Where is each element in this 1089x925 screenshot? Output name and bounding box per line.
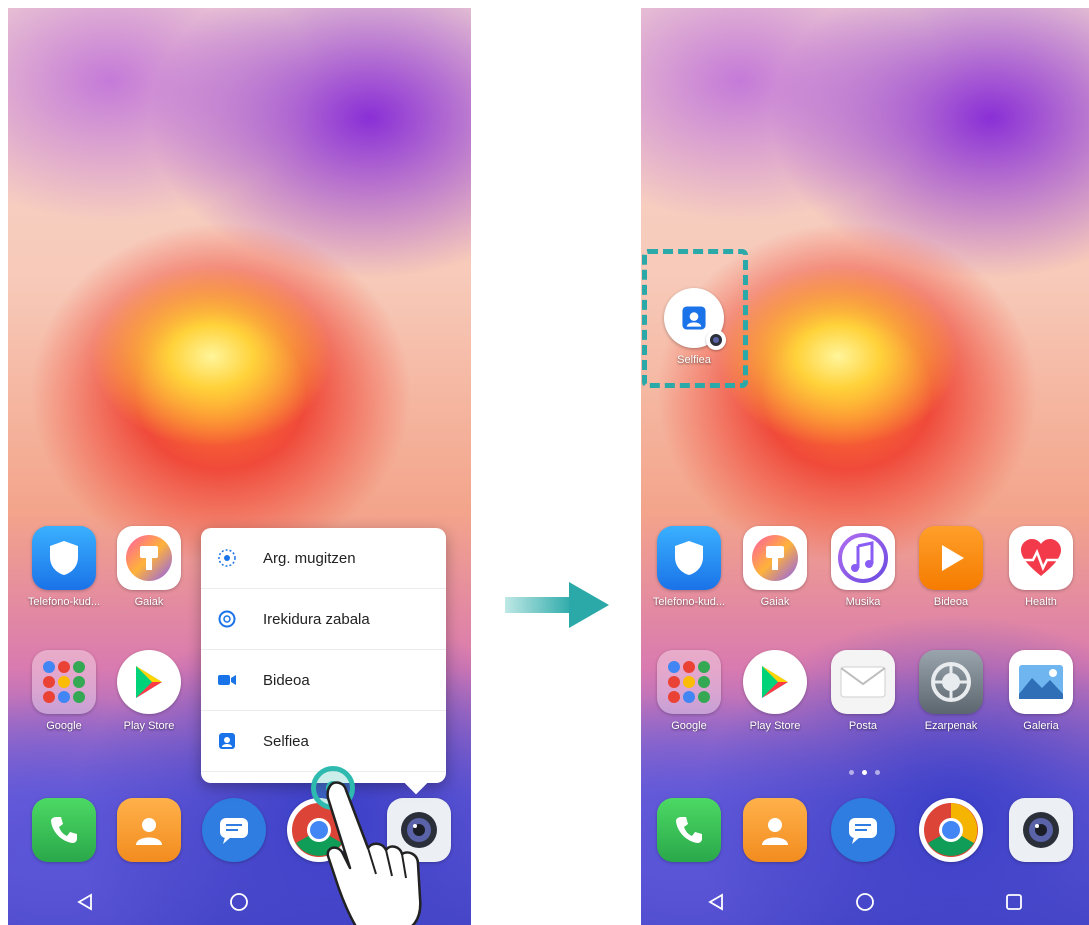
back-icon[interactable] <box>70 887 100 917</box>
recents-icon[interactable] <box>999 887 1029 917</box>
navigation-bar <box>8 879 471 925</box>
app-label: Health <box>1025 596 1057 608</box>
page-dot <box>875 770 880 775</box>
dock-messages[interactable] <box>823 798 903 862</box>
app-label: Google <box>671 720 707 732</box>
mail-icon <box>831 650 895 714</box>
shortcut-label: Selfiea <box>677 354 711 366</box>
dock-messages[interactable] <box>194 798 274 862</box>
messages-icon <box>202 798 266 862</box>
menu-item-timelapse[interactable]: Arg. mugitzen <box>201 528 446 589</box>
messages-icon <box>831 798 895 862</box>
app-label: Ezarpenak <box>924 720 978 732</box>
menu-item-label: Bideoa <box>263 671 310 689</box>
gallery-icon <box>1009 650 1073 714</box>
camera-badge-icon <box>706 330 726 350</box>
menu-item-label: Irekidura zabala <box>263 610 370 628</box>
home-icon[interactable] <box>850 887 880 917</box>
dock-phone[interactable] <box>649 798 729 862</box>
navigation-bar <box>641 879 1089 925</box>
dock-phone[interactable] <box>24 798 104 862</box>
contacts-icon <box>117 798 181 862</box>
chrome-icon <box>919 798 983 862</box>
themes-icon <box>743 526 807 590</box>
shield-icon <box>657 526 721 590</box>
selfie-shortcut[interactable]: Selfiea <box>659 288 729 366</box>
page-dot <box>849 770 854 775</box>
app-phone-manager[interactable]: Telefono-kud... <box>24 526 104 608</box>
page-indicator <box>849 770 880 775</box>
google-folder-icon <box>32 650 96 714</box>
app-label: Play Store <box>749 720 801 732</box>
app-label: Gaiak <box>134 596 164 608</box>
app-label: Musika <box>845 596 881 608</box>
contacts-icon <box>743 798 807 862</box>
home-icon[interactable] <box>224 887 254 917</box>
phone-icon <box>32 798 96 862</box>
app-play-store[interactable]: Play Store <box>109 650 189 732</box>
app-themes[interactable]: Gaiak <box>735 526 815 608</box>
camera-icon <box>1009 798 1073 862</box>
app-gallery[interactable]: Galeria <box>1001 650 1081 732</box>
dock-chrome[interactable] <box>911 798 991 862</box>
app-label: Google <box>46 720 82 732</box>
themes-icon <box>117 526 181 590</box>
phone-icon <box>657 798 721 862</box>
selfie-shortcut-icon <box>664 288 726 350</box>
app-themes[interactable]: Gaiak <box>109 526 189 608</box>
app-health[interactable]: Health <box>1001 526 1081 608</box>
dock-camera[interactable] <box>1001 798 1081 862</box>
aperture-icon <box>217 609 237 629</box>
app-phone-manager[interactable]: Telefono-kud... <box>649 526 729 608</box>
app-label: Telefono-kud... <box>27 596 101 608</box>
play-store-icon <box>117 650 181 714</box>
app-music[interactable]: Musika <box>823 526 903 608</box>
app-label: Telefono-kud... <box>652 596 726 608</box>
app-label: Bideoa <box>933 596 969 608</box>
transition-arrow-icon <box>505 582 609 628</box>
selfie-icon <box>217 731 237 751</box>
shield-icon <box>32 526 96 590</box>
menu-item-video[interactable]: Bideoa <box>201 650 446 711</box>
recents-icon[interactable] <box>379 887 409 917</box>
music-icon <box>831 526 895 590</box>
app-label: Play Store <box>123 720 175 732</box>
menu-item-wide-aperture[interactable]: Irekidura zabala <box>201 589 446 650</box>
app-mail[interactable]: Posta <box>823 650 903 732</box>
app-video[interactable]: Bideoa <box>911 526 991 608</box>
app-google-folder[interactable]: Google <box>649 650 729 732</box>
app-shortcut-menu: Arg. mugitzen Irekidura zabala Bideoa Se… <box>201 528 446 795</box>
app-settings[interactable]: Ezarpenak <box>911 650 991 732</box>
video-player-icon <box>919 526 983 590</box>
app-google-folder[interactable]: Google <box>24 650 104 732</box>
app-play-store[interactable]: Play Store <box>735 650 815 732</box>
app-label: Galeria <box>1023 720 1059 732</box>
app-label: Gaiak <box>760 596 790 608</box>
right-phone-screen: Selfiea Telefono-kud... Gaiak Musika Bid… <box>641 8 1089 925</box>
video-icon <box>217 670 237 690</box>
app-label: Posta <box>848 720 878 732</box>
health-icon <box>1009 526 1073 590</box>
dock-contacts[interactable] <box>109 798 189 862</box>
play-store-icon <box>743 650 807 714</box>
back-icon[interactable] <box>701 887 731 917</box>
dock-contacts[interactable] <box>735 798 815 862</box>
settings-icon <box>919 650 983 714</box>
google-folder-icon <box>657 650 721 714</box>
menu-item-label: Arg. mugitzen <box>263 549 356 567</box>
menu-item-selfie[interactable]: Selfiea <box>201 711 446 772</box>
menu-item-label: Selfiea <box>263 732 309 750</box>
timelapse-icon <box>217 548 237 568</box>
left-phone-screen: Telefono-kud... Gaiak Google Play Store <box>8 8 471 925</box>
page-dot-active <box>862 770 867 775</box>
